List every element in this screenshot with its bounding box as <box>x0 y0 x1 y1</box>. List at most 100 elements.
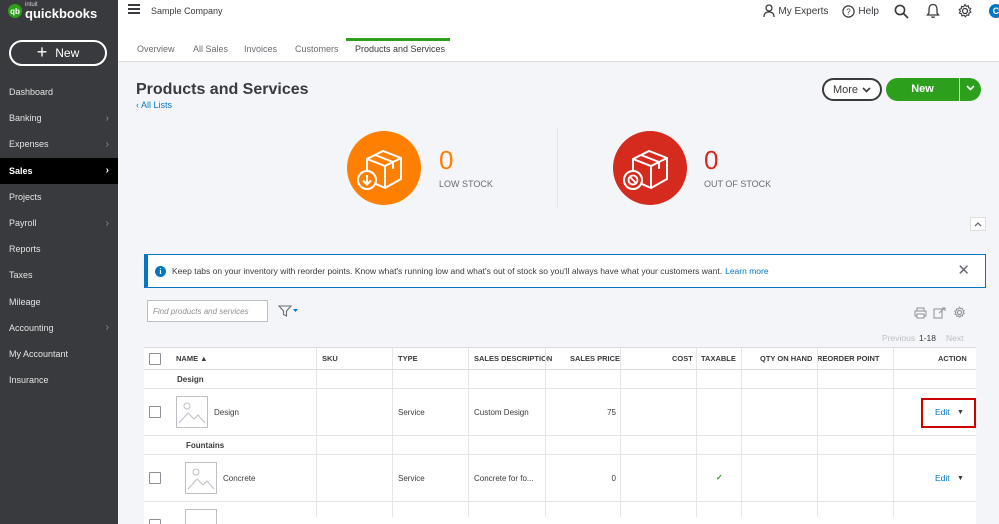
header-reorder-point[interactable]: REORDER POINT <box>817 354 880 363</box>
close-icon[interactable]: ✕ <box>957 263 970 278</box>
row-checkbox[interactable] <box>149 519 161 524</box>
pager-range: 1-18 <box>919 333 937 343</box>
hamburger-menu-icon[interactable] <box>128 4 140 16</box>
chevron-right-icon: › <box>105 112 109 124</box>
tab-products-and-services[interactable]: Products and Services <box>355 44 445 54</box>
sidebar-item-label: Projects <box>9 191 42 202</box>
sidebar-item-label: Sales <box>9 165 33 176</box>
group-row-fountains: Fountains <box>144 436 976 455</box>
plus-icon: + <box>36 42 48 62</box>
header-taxable[interactable]: TAXABLE <box>701 354 736 363</box>
settings-gear-icon[interactable] <box>953 306 966 324</box>
filter-icon[interactable] <box>277 304 300 322</box>
sidebar-new-button[interactable]: + New <box>9 40 107 66</box>
header-type[interactable]: TYPE <box>398 354 418 363</box>
sidebar-item-reports[interactable]: Reports <box>0 236 118 262</box>
tab-overview[interactable]: Overview <box>137 44 175 54</box>
header-cost[interactable]: COST <box>672 354 693 363</box>
low-stock-icon[interactable] <box>347 131 421 205</box>
header-qty-on-hand[interactable]: QTY ON HAND <box>760 354 812 363</box>
header-sales-description[interactable]: SALES DESCRIPTION <box>474 354 552 363</box>
help-link[interactable]: ? Help <box>842 4 879 18</box>
sidebar-item-label: Expenses <box>9 139 49 150</box>
banner-text: Keep tabs on your inventory with reorder… <box>172 266 723 276</box>
new-dropdown-chevron-icon[interactable] <box>962 83 978 93</box>
export-icon[interactable] <box>933 306 946 324</box>
tab-customers[interactable]: Customers <box>295 44 339 54</box>
sidebar-item-sales[interactable]: Sales › <box>0 157 118 184</box>
stock-divider <box>557 127 558 207</box>
search-icon[interactable] <box>893 3 909 19</box>
person-icon <box>763 4 776 18</box>
caret-down-icon[interactable]: ▼ <box>957 475 964 482</box>
row-checkbox[interactable] <box>149 406 161 418</box>
top-bar: Sample Company My Experts ? Help C <box>118 0 999 22</box>
cell-name: Design <box>214 408 239 417</box>
active-tab-indicator <box>346 38 450 41</box>
sidebar-item-my-accountant[interactable]: My Accountant <box>0 341 118 367</box>
sidebar-item-label: Taxes <box>9 270 33 281</box>
row-checkbox[interactable] <box>149 472 161 484</box>
table-row: Design Service Custom Design 75 Edit ▼ <box>144 389 976 436</box>
learn-more-link[interactable]: Learn more <box>725 266 768 276</box>
header-sales-price[interactable]: SALES PRICE <box>570 354 620 363</box>
tab-all-sales[interactable]: All Sales <box>193 44 228 54</box>
group-row-design: Design <box>144 370 976 389</box>
search-input[interactable] <box>147 300 268 322</box>
svg-text:?: ? <box>847 7 852 16</box>
table-row <box>144 502 976 524</box>
out-of-stock-count[interactable]: 0 <box>704 145 718 176</box>
more-label: More <box>832 83 859 96</box>
chevron-right-icon: › <box>105 217 109 229</box>
sidebar-item-expenses[interactable]: Expenses › <box>0 131 118 157</box>
gear-icon[interactable] <box>957 3 973 19</box>
sidebar-item-label: Banking <box>9 113 42 124</box>
sidebar-item-label: Payroll <box>9 218 37 229</box>
more-button[interactable]: More <box>822 78 882 101</box>
table-row: Concrete Service Concrete for fo... 0 ✓ … <box>144 455 976 502</box>
tab-invoices[interactable]: Invoices <box>244 44 277 54</box>
column-divider <box>468 347 469 517</box>
sidebar-item-payroll[interactable]: Payroll › <box>0 210 118 236</box>
cell-description: Concrete for fo... <box>474 474 534 483</box>
edit-link[interactable]: Edit <box>935 473 950 483</box>
sidebar-item-projects[interactable]: Projects <box>0 184 118 210</box>
column-divider <box>392 347 393 517</box>
header-sku[interactable]: SKU <box>322 354 338 363</box>
sidebar: qb intuit quickbooks + New Dashboard Ban… <box>0 0 118 524</box>
sidebar-item-accounting[interactable]: Accounting › <box>0 315 118 341</box>
collapse-chevron-up-icon[interactable] <box>970 217 986 231</box>
sidebar-item-taxes[interactable]: Taxes <box>0 262 118 288</box>
pager-previous[interactable]: Previous <box>882 333 915 343</box>
bell-icon[interactable] <box>925 3 941 19</box>
print-icon[interactable] <box>914 306 927 324</box>
column-divider <box>817 347 818 517</box>
user-avatar[interactable]: C <box>989 4 999 18</box>
quickbooks-logo[interactable]: qb intuit quickbooks <box>8 2 97 20</box>
header-name[interactable]: NAME ▲ <box>176 354 208 363</box>
help-label: Help <box>858 5 879 17</box>
chevron-right-icon: › <box>105 138 109 150</box>
group-label: Fountains <box>186 441 225 450</box>
chevron-down-icon <box>862 86 871 93</box>
pager-next[interactable]: Next <box>946 333 963 343</box>
group-label: Design <box>177 375 204 384</box>
low-stock-count[interactable]: 0 <box>439 145 453 176</box>
out-of-stock-label: OUT OF STOCK <box>704 179 772 189</box>
all-lists-link[interactable]: ‹ All Lists <box>136 100 172 110</box>
out-of-stock-icon[interactable] <box>613 131 687 205</box>
sidebar-item-mileage[interactable]: Mileage <box>0 289 118 315</box>
sidebar-item-label: My Accountant <box>9 348 69 359</box>
reorder-info-banner: i Keep tabs on your inventory with reord… <box>144 254 986 288</box>
sidebar-item-banking[interactable]: Banking › <box>0 105 118 131</box>
company-name: Sample Company <box>151 6 223 16</box>
sidebar-item-insurance[interactable]: Insurance <box>0 367 118 393</box>
sales-tabs: Overview All Sales Invoices Customers Pr… <box>118 22 999 62</box>
new-button[interactable]: New <box>886 78 981 101</box>
my-experts-link[interactable]: My Experts <box>763 4 828 18</box>
select-all-checkbox[interactable] <box>149 353 161 365</box>
sidebar-item-label: Reports <box>9 244 41 255</box>
column-divider <box>741 347 742 517</box>
sidebar-item-dashboard[interactable]: Dashboard <box>0 79 118 105</box>
sidebar-item-label: Accounting <box>9 322 54 333</box>
